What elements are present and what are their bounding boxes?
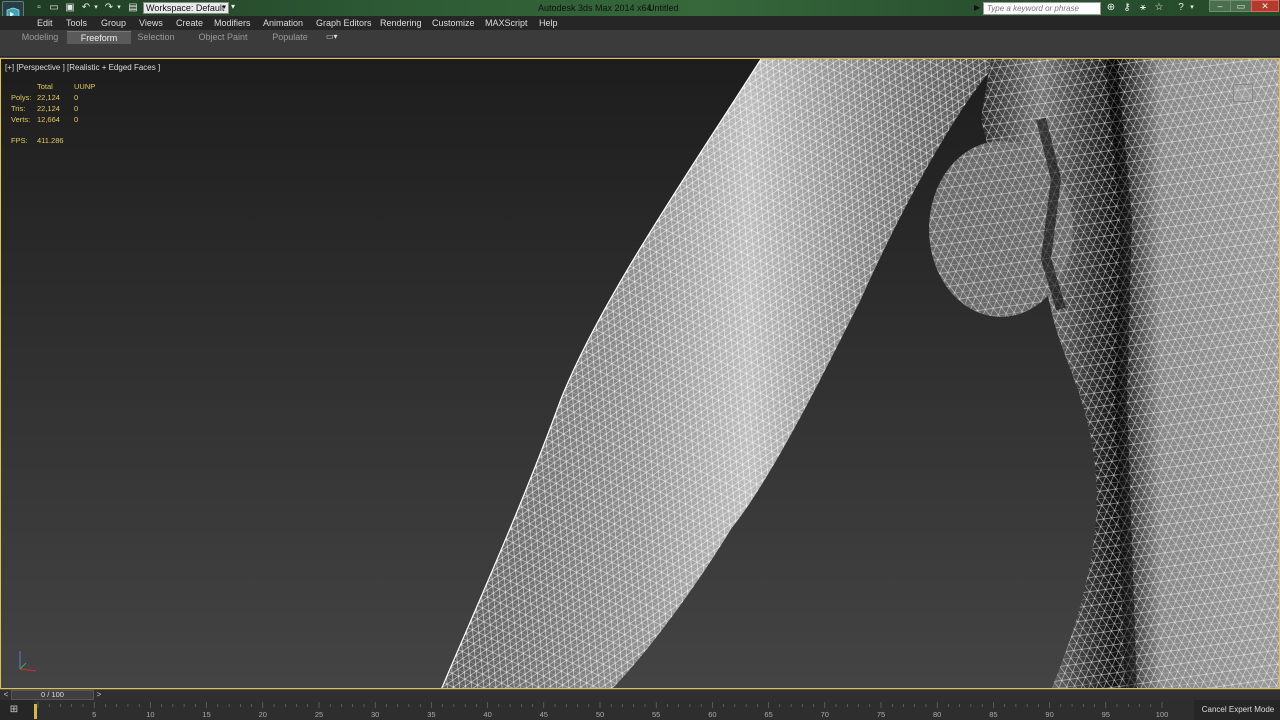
mini-curve-editor-icon[interactable]: ⊞ [4, 703, 24, 717]
stats-label: Verts: [11, 115, 31, 124]
title-bar: ▫ ▭ ▣ ↶ ▾ ↷ ▾ ▤ Workspace: Default ▾ ▾ A… [0, 0, 1280, 16]
track-bar: ⊞ 5 10 15 20 25 30 35 40 45 50 55 60 65 70 75 80 85 90 95 1… [0, 700, 1280, 720]
track-tick-label: 10 [146, 710, 154, 719]
track-area[interactable]: 5 10 15 20 25 30 35 40 45 50 55 60 65 70 75 80 85 90 95 100 [34, 700, 1194, 720]
minimize-button[interactable]: – [1209, 0, 1231, 12]
track-tick-label: 45 [540, 710, 548, 719]
undo-icon[interactable]: ↶ [80, 2, 92, 14]
stats-label: Polys: [11, 93, 32, 102]
fps-label: FPS: [11, 136, 28, 145]
track-tick-label: 75 [877, 710, 885, 719]
workspace-value: Workspace: Default [146, 3, 225, 13]
tab-object-paint[interactable]: Object Paint [193, 31, 253, 44]
save-icon[interactable]: ▣ [64, 2, 76, 14]
menu-animation[interactable]: Animation [263, 18, 303, 28]
open-file-icon[interactable]: ▭ [48, 2, 60, 14]
menu-bar: Edit Tools Group Views Create Modifiers … [0, 16, 1280, 30]
time-slider[interactable]: < 0 / 100 > [0, 689, 1280, 700]
menu-graph-editors[interactable]: Graph Editors [316, 18, 372, 28]
track-tick-label: 85 [989, 710, 997, 719]
maximize-button[interactable]: ▭ [1230, 0, 1252, 12]
file-name: Untitled [648, 3, 679, 13]
track-tick-label: 70 [821, 710, 829, 719]
track-tick-label: 30 [371, 710, 379, 719]
stats-selected: 0 [74, 104, 79, 113]
menu-edit[interactable]: Edit [37, 18, 53, 28]
menu-create[interactable]: Create [176, 18, 203, 28]
undo-dropdown-icon[interactable]: ▾ [92, 2, 100, 14]
ribbon-toggle-icon: ▭▾ [326, 32, 338, 41]
track-tick-label: 55 [652, 710, 660, 719]
cancel-expert-mode-button[interactable]: Cancel Expert Mode [1196, 700, 1280, 720]
menu-tools[interactable]: Tools [66, 18, 87, 28]
track-tick-label: 5 [92, 710, 96, 719]
time-slider-next-icon[interactable]: > [94, 690, 104, 700]
search-placeholder: Type a keyword or phrase [987, 4, 1079, 13]
workspace-select[interactable]: Workspace: Default ▾ [143, 2, 229, 14]
help-dropdown-icon[interactable]: ▾ [1188, 2, 1196, 14]
chevron-down-icon: ▾ [222, 4, 226, 11]
axis-tripod-icon [19, 651, 37, 672]
track-tick-label: 15 [202, 710, 210, 719]
viewport-label-menu[interactable]: [+] [Perspective ] [Realistic + Edged Fa… [5, 63, 160, 72]
stats-selected: 0 [74, 93, 79, 102]
redo-icon[interactable]: ↷ [103, 2, 115, 14]
track-tick-label: 25 [315, 710, 323, 719]
stats-selected-header: UUNP [74, 82, 96, 91]
search-expand-icon[interactable]: ▶ [974, 3, 980, 12]
binoculars-icon[interactable]: ⊕ [1104, 2, 1118, 14]
key-icon[interactable]: ⚷ [1120, 2, 1134, 14]
track-tick-label: 65 [764, 710, 772, 719]
customize-quick-access-icon[interactable]: ▾ [231, 2, 239, 14]
redo-dropdown-icon[interactable]: ▾ [115, 2, 123, 14]
menu-views[interactable]: Views [139, 18, 163, 28]
viewcube[interactable] [1233, 84, 1253, 102]
track-tick-label: 95 [1102, 710, 1110, 719]
menu-modifiers[interactable]: Modifiers [214, 18, 251, 28]
track-tick-label: 60 [708, 710, 716, 719]
stats-selected: 0 [74, 115, 79, 124]
help-icon[interactable]: ? [1174, 2, 1188, 14]
close-button[interactable]: ✕ [1251, 0, 1279, 12]
perspective-viewport[interactable]: [+] [Perspective ] [Realistic + Edged Fa… [0, 58, 1280, 689]
communication-center-icon[interactable]: ⚹ [1136, 2, 1150, 14]
ribbon: Modeling Freeform Selection Object Paint… [0, 30, 1280, 57]
track-tick-label: 20 [259, 710, 267, 719]
fps-value: 411.286 [37, 136, 64, 145]
ribbon-minimize-toggle[interactable]: ▭▾ [326, 32, 338, 41]
star-icon[interactable]: ☆ [1152, 2, 1166, 14]
search-input[interactable]: Type a keyword or phrase [983, 2, 1101, 15]
menu-maxscript[interactable]: MAXScript [485, 18, 528, 28]
project-folder-icon[interactable]: ▤ [127, 2, 139, 14]
app-title: Autodesk 3ds Max 2014 x64 [538, 3, 652, 13]
stats-total: 22,124 [37, 104, 60, 113]
menu-group[interactable]: Group [101, 18, 126, 28]
time-slider-prev-icon[interactable]: < [1, 690, 11, 700]
menu-help[interactable]: Help [539, 18, 558, 28]
track-tick-label: 90 [1045, 710, 1053, 719]
track-ruler: 5 10 15 20 25 30 35 40 45 50 55 60 65 70 75 80 85 90 95 100 [37, 702, 1169, 719]
track-tick-label: 40 [483, 710, 491, 719]
menu-customize[interactable]: Customize [432, 18, 475, 28]
stats-label: Tris: [11, 104, 26, 113]
current-frame-marker[interactable] [34, 704, 37, 719]
stats-total-header: Total [37, 82, 53, 91]
tab-selection[interactable]: Selection [131, 31, 181, 44]
new-file-icon[interactable]: ▫ [33, 2, 45, 14]
stats-total: 12,664 [37, 115, 60, 124]
track-tick-label: 35 [427, 710, 435, 719]
track-tick-label: 50 [596, 710, 604, 719]
track-tick-label: 80 [933, 710, 941, 719]
track-tick-label: 100 [1156, 710, 1169, 719]
menu-rendering[interactable]: Rendering [380, 18, 422, 28]
tab-freeform[interactable]: Freeform [67, 31, 131, 44]
stats-total: 22,124 [37, 93, 60, 102]
tab-modeling[interactable]: Modeling [15, 31, 65, 44]
mesh-render [441, 59, 1279, 688]
tab-populate[interactable]: Populate [265, 31, 315, 44]
time-slider-thumb[interactable]: 0 / 100 [11, 690, 94, 700]
